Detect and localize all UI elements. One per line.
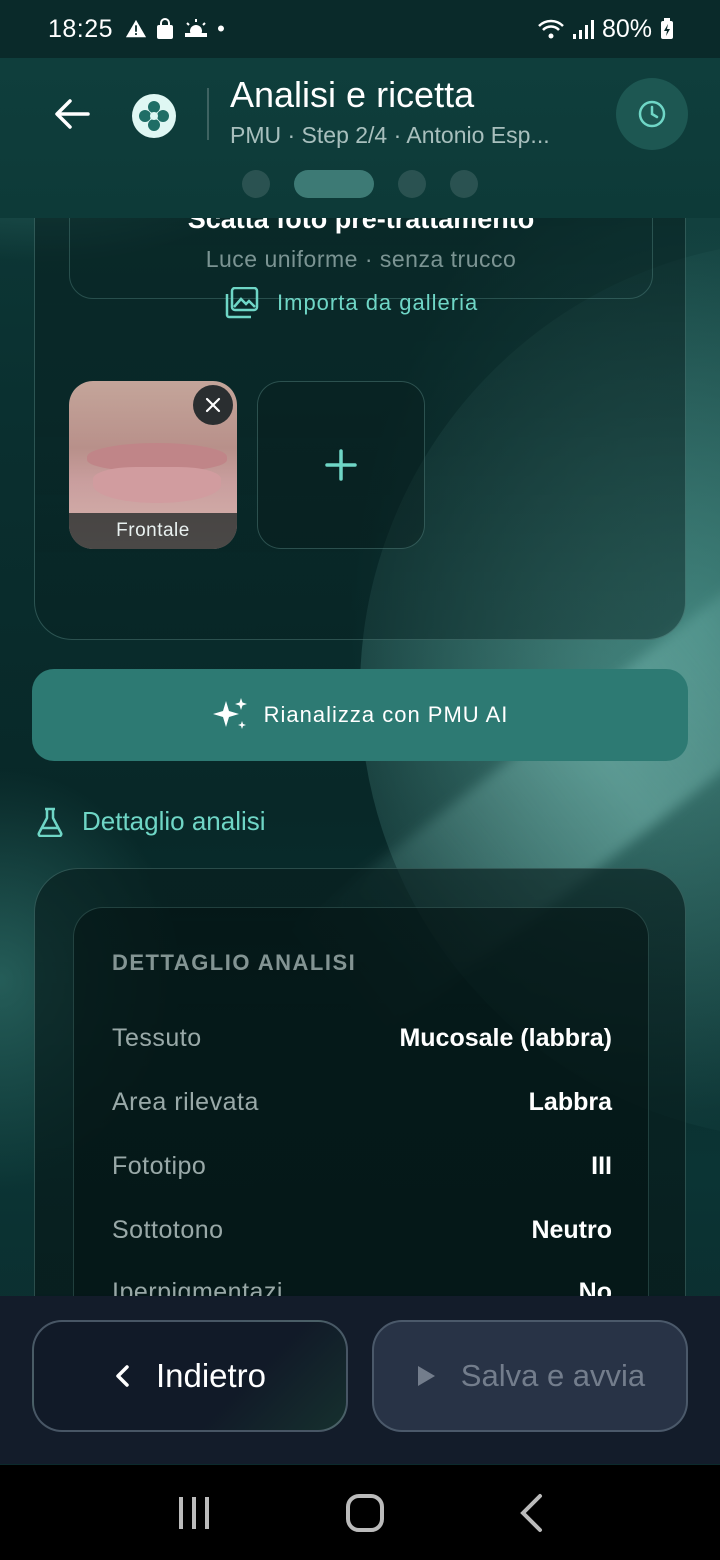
add-photo-button[interactable] (257, 381, 425, 549)
plus-icon (325, 449, 357, 481)
flower-logo-icon (139, 101, 169, 131)
play-icon (417, 1366, 435, 1386)
analysis-row-value: Labbra (528, 1088, 612, 1116)
analysis-detail-panel: DETTAGLIO ANALISI Tessuto Mucosale (labb… (73, 907, 649, 1296)
battery-percent: 80% (601, 14, 652, 43)
app-logo (132, 94, 176, 138)
arrow-left-icon (55, 99, 90, 129)
weather-icon (185, 19, 208, 37)
analysis-card: DETTAGLIO ANALISI Tessuto Mucosale (labb… (34, 868, 686, 1296)
analysis-row: Tessuto Mucosale (labbra) (112, 1024, 612, 1053)
system-navigation-bar (0, 1465, 720, 1560)
step-dot-1 (242, 170, 270, 198)
flask-icon (37, 807, 63, 837)
photo-capture-card: Scatta foto pre-trattamento Luce uniform… (34, 218, 686, 640)
status-notification-icons: • (125, 18, 225, 40)
history-button[interactable] (616, 78, 688, 150)
back-nav-icon[interactable] (518, 1493, 544, 1533)
step-dot-4 (450, 170, 478, 198)
step-dot-3 (398, 170, 426, 198)
analysis-row-key: Area rilevata (112, 1088, 259, 1116)
bottom-action-bar: Indietro Salva e avvia (0, 1296, 720, 1464)
close-icon (205, 397, 221, 413)
analysis-row-key: Fototipo (112, 1152, 207, 1180)
capture-title: Scatta foto pre-trattamento (187, 218, 535, 234)
page-subtitle: PMU · Step 2/4 · Antonio Esp... (230, 122, 550, 148)
analysis-row: Area rilevata Labbra (112, 1088, 612, 1117)
status-system-icons: 80% (538, 15, 674, 44)
gallery-icon (225, 287, 259, 319)
reanalyze-label: Rianalizza con PMU AI (263, 702, 509, 727)
save-and-start-button[interactable]: Salva e avvia (372, 1320, 688, 1432)
analysis-section-header: Dettaglio analisi (36, 806, 266, 837)
home-icon[interactable] (345, 1493, 385, 1533)
back-button-label: Indietro (155, 1357, 267, 1394)
step-indicator (242, 170, 478, 198)
analysis-row-value: No (578, 1278, 612, 1296)
analysis-section-title: Dettaglio analisi (82, 806, 266, 836)
status-bar: 18:25 • 80% (0, 0, 720, 58)
analysis-row-value: Mucosale (labbra) (399, 1024, 612, 1052)
photo-thumbnail[interactable]: Frontale (69, 381, 237, 549)
status-time: 18:25 (48, 14, 114, 43)
analysis-row-key: Tessuto (112, 1024, 202, 1052)
analysis-row-key: Iperpigmentazi (112, 1278, 283, 1296)
photo-label: Frontale (69, 513, 237, 549)
back-arrow-button[interactable] (52, 94, 92, 134)
main-content[interactable]: Scatta foto pre-trattamento Luce uniform… (0, 218, 720, 1296)
photo-list: Frontale (69, 381, 425, 549)
sparkles-icon (212, 698, 247, 729)
page-title: Analisi e ricetta (230, 74, 475, 115)
clock-icon (638, 100, 666, 128)
notification-dot-icon: • (217, 16, 225, 41)
import-gallery-label: Importa da galleria (277, 290, 479, 315)
analysis-row: Fototipo III (112, 1152, 612, 1181)
analysis-row-value: Neutro (531, 1216, 612, 1244)
signal-icon (572, 20, 594, 39)
wifi-icon (538, 19, 564, 39)
remove-photo-button[interactable] (193, 385, 233, 425)
photo-lips-lower (93, 467, 221, 503)
save-button-label: Salva e avvia (460, 1358, 646, 1393)
analysis-row-value: III (591, 1152, 612, 1180)
capture-hint: Luce uniforme · senza trucco (205, 246, 517, 272)
battery-charging-icon (661, 18, 673, 39)
chevron-left-icon (116, 1365, 129, 1387)
app-header: Analisi e ricetta PMU · Step 2/4 · Anton… (0, 58, 720, 218)
analysis-detail-heading: DETTAGLIO ANALISI (112, 950, 357, 975)
header-divider (207, 88, 209, 140)
import-gallery-link[interactable]: Importa da galleria (225, 287, 478, 319)
reanalyze-button[interactable]: Rianalizza con PMU AI (32, 669, 688, 761)
warning-icon (125, 19, 147, 38)
analysis-row: Iperpigmentazi No (112, 1278, 612, 1296)
shopping-bag-icon (157, 18, 174, 39)
step-dot-2-active (294, 170, 374, 198)
analysis-row: Sottotono Neutro (112, 1216, 612, 1245)
recent-apps-icon[interactable] (176, 1495, 212, 1531)
analysis-row-key: Sottotono (112, 1216, 224, 1244)
back-button[interactable]: Indietro (32, 1320, 348, 1432)
